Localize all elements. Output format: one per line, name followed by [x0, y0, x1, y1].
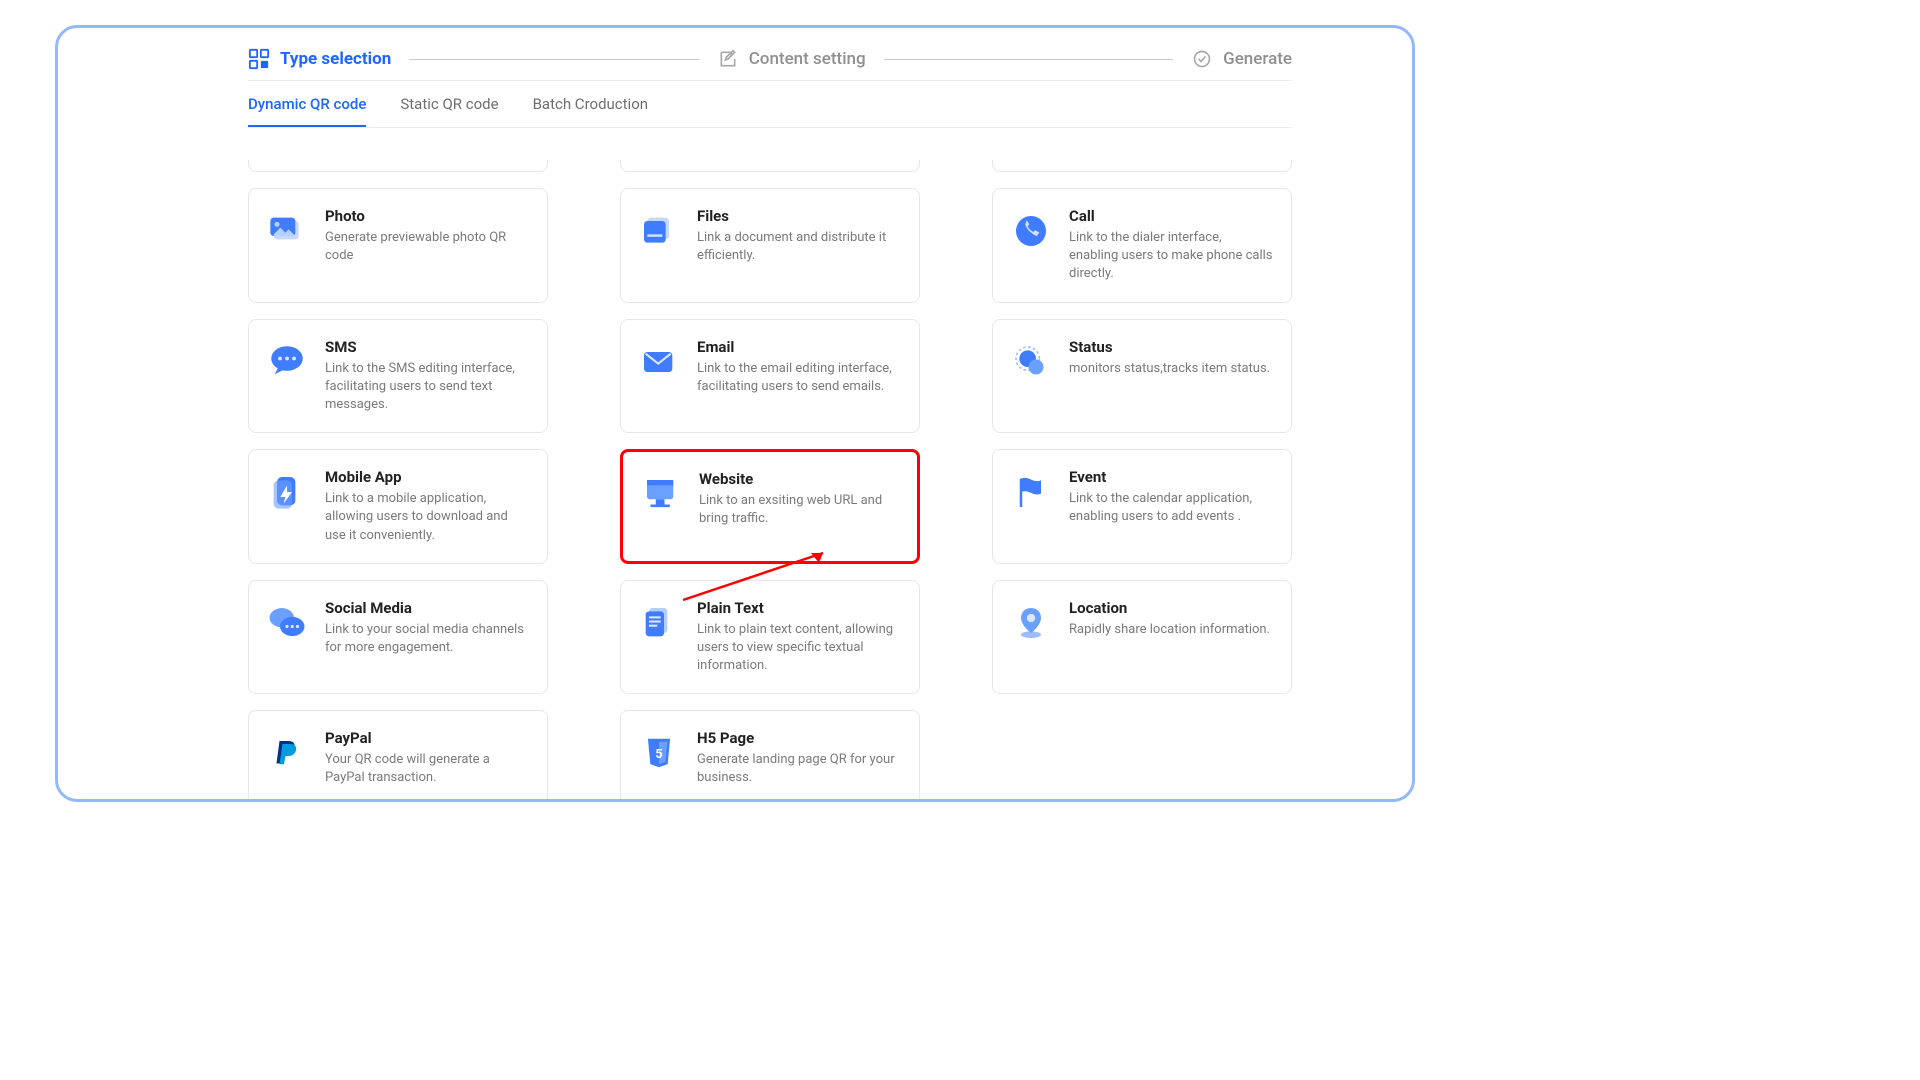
- card-sms[interactable]: SMS Link to the SMS editing interface, f…: [248, 319, 548, 434]
- phone-icon: [1009, 209, 1053, 253]
- card-title: Website: [699, 470, 899, 488]
- card-desc: Link a document and distribute it effici…: [697, 229, 901, 265]
- card-email[interactable]: Email Link to the email editing interfac…: [620, 319, 920, 434]
- card-desc: Link to your social media channels for m…: [325, 621, 529, 657]
- step-generate[interactable]: Generate: [1191, 48, 1292, 70]
- flag-icon: [1009, 470, 1053, 514]
- edit-icon: [717, 48, 739, 70]
- card-partial-0[interactable]: [248, 160, 548, 172]
- card-title: SMS: [325, 338, 529, 356]
- card-title: Plain Text: [697, 599, 901, 617]
- card-title: Event: [1069, 468, 1273, 486]
- tabs: Dynamic QR code Static QR code Batch Cro…: [248, 81, 1292, 128]
- card-files[interactable]: Files Link a document and distribute it …: [620, 188, 920, 303]
- card-title: Files: [697, 207, 901, 225]
- grid-icon: [248, 48, 270, 70]
- card-title: Social Media: [325, 599, 529, 617]
- card-title: PayPal: [325, 729, 529, 747]
- check-circle-icon: [1191, 48, 1213, 70]
- app-frame: Type selection Content setting Generate …: [55, 25, 1415, 802]
- step-separator: [409, 59, 698, 60]
- chat-bubbles-icon: [265, 601, 309, 645]
- card-call[interactable]: Call Link to the dialer interface, enabl…: [992, 188, 1292, 303]
- card-desc: Your QR code will generate a PayPal tran…: [325, 751, 529, 787]
- card-paypal[interactable]: PayPal Your QR code will generate a PayP…: [248, 710, 548, 799]
- status-icon: [1009, 340, 1053, 384]
- card-desc: Link to an exsiting web URL and bring tr…: [699, 492, 899, 528]
- step-label: Content setting: [749, 49, 866, 69]
- card-mobile-app[interactable]: Mobile App Link to a mobile application,…: [248, 449, 548, 564]
- mobile-app-icon: [265, 470, 309, 514]
- html5-icon: 5: [637, 731, 681, 775]
- email-icon: [637, 340, 681, 384]
- card-title: Email: [697, 338, 901, 356]
- stepper: Type selection Content setting Generate: [248, 48, 1292, 81]
- card-desc: Link to the SMS editing interface, facil…: [325, 360, 529, 415]
- card-desc: monitors status,tracks item status.: [1069, 360, 1273, 378]
- step-content-setting[interactable]: Content setting: [717, 48, 866, 70]
- card-website[interactable]: Website Link to an exsiting web URL and …: [620, 449, 920, 564]
- card-desc: Link to plain text content, allowing use…: [697, 621, 901, 676]
- paypal-icon: [265, 731, 309, 775]
- sms-icon: [265, 340, 309, 384]
- website-icon: [639, 472, 683, 516]
- card-event[interactable]: Event Link to the calendar application, …: [992, 449, 1292, 564]
- photo-icon: [265, 209, 309, 253]
- card-status[interactable]: Status monitors status,tracks item statu…: [992, 319, 1292, 434]
- card-h5-page[interactable]: 5 H5 Page Generate landing page QR for y…: [620, 710, 920, 799]
- card-partial-1[interactable]: audio content.: [620, 160, 920, 172]
- svg-text:5: 5: [655, 747, 662, 762]
- content-area: Type selection Content setting Generate …: [248, 48, 1292, 799]
- card-location[interactable]: Location Rapidly share location informat…: [992, 580, 1292, 695]
- tab-batch[interactable]: Batch Croduction: [533, 95, 648, 127]
- tab-dynamic-qr[interactable]: Dynamic QR code: [248, 95, 366, 127]
- card-title: Status: [1069, 338, 1273, 356]
- location-pin-icon: [1009, 601, 1053, 645]
- card-desc: Link to the calendar application, enabli…: [1069, 490, 1273, 526]
- card-desc: Link to a mobile application, allowing u…: [325, 490, 529, 545]
- card-title: Call: [1069, 207, 1273, 225]
- files-icon: [637, 209, 681, 253]
- card-partial-2[interactable]: [992, 160, 1292, 172]
- tab-static-qr[interactable]: Static QR code: [400, 95, 498, 127]
- card-title: Photo: [325, 207, 529, 225]
- step-type-selection[interactable]: Type selection: [248, 48, 391, 70]
- card-desc: Link to the email editing interface, fac…: [697, 360, 901, 396]
- card-title: Location: [1069, 599, 1273, 617]
- card-scroll-area: audio content. Photo Generate previewabl…: [248, 160, 1292, 799]
- card-title: Mobile App: [325, 468, 529, 486]
- card-photo[interactable]: Photo Generate previewable photo QR code: [248, 188, 548, 303]
- card-desc: Generate landing page QR for your busine…: [697, 751, 901, 787]
- card-desc: Rapidly share location information.: [1069, 621, 1273, 639]
- step-label: Type selection: [280, 49, 391, 69]
- card-social-media[interactable]: Social Media Link to your social media c…: [248, 580, 548, 695]
- step-separator: [884, 59, 1173, 60]
- step-label: Generate: [1223, 49, 1292, 69]
- document-icon: [637, 601, 681, 645]
- card-title: H5 Page: [697, 729, 901, 747]
- card-desc: Generate previewable photo QR code: [325, 229, 529, 265]
- card-grid: audio content. Photo Generate previewabl…: [248, 160, 1292, 799]
- card-desc: Link to the dialer interface, enabling u…: [1069, 229, 1273, 284]
- card-plain-text[interactable]: Plain Text Link to plain text content, a…: [620, 580, 920, 695]
